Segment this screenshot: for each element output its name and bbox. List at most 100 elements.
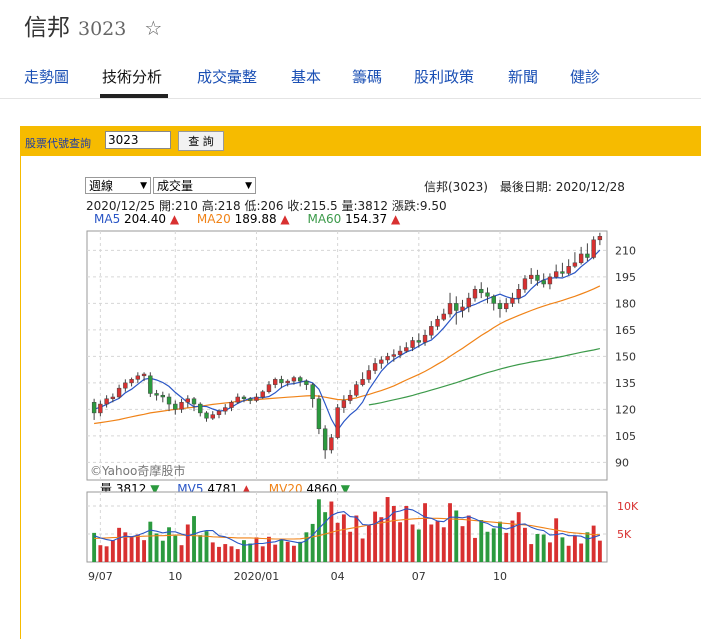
volume-bar xyxy=(273,544,278,562)
candle-body xyxy=(454,303,459,311)
candle-body xyxy=(148,375,153,394)
volume-bar xyxy=(267,536,271,562)
candle-body xyxy=(335,407,340,438)
volume-bar xyxy=(491,528,496,562)
candle-body xyxy=(485,292,490,297)
volume-bar xyxy=(385,497,390,562)
candle-body xyxy=(191,398,197,405)
volume-bar xyxy=(523,527,527,562)
volume-bar xyxy=(160,540,165,562)
volume-bar xyxy=(360,538,365,562)
candle-body xyxy=(547,276,553,285)
candle-body xyxy=(578,253,584,264)
volume-bar xyxy=(460,526,465,562)
volume-bar xyxy=(304,532,309,562)
volume-bar xyxy=(416,529,421,562)
volume-bar xyxy=(298,541,303,562)
x-tick-label: 10 xyxy=(493,570,507,583)
volume-bar xyxy=(585,532,590,562)
volume-bar xyxy=(423,503,427,562)
candle-body xyxy=(391,354,397,357)
volume-bar xyxy=(173,535,178,562)
candle-body xyxy=(541,280,546,285)
candle-body xyxy=(472,289,478,299)
price-tick-label: 90 xyxy=(615,456,629,469)
volume-bar xyxy=(291,545,296,562)
volume-bar xyxy=(454,510,459,562)
candle-body xyxy=(123,382,128,389)
volume-bar xyxy=(560,537,565,562)
candle-body xyxy=(329,437,334,451)
candle-body xyxy=(422,334,428,343)
volume-bar xyxy=(310,523,315,562)
candle-body xyxy=(273,379,278,385)
candle-body xyxy=(241,396,247,400)
candle-body xyxy=(460,306,465,311)
candle-body xyxy=(104,398,109,405)
candle-body xyxy=(479,289,484,294)
volume-bar xyxy=(597,540,602,562)
candle-body xyxy=(204,412,209,419)
volume-bar xyxy=(198,535,203,562)
candle-body xyxy=(279,379,284,384)
volume-bar xyxy=(285,541,290,562)
candle-body xyxy=(173,403,178,410)
volume-bar xyxy=(192,516,196,562)
candle-body xyxy=(504,303,509,309)
candle-body xyxy=(566,266,571,274)
volume-bar xyxy=(142,540,147,562)
candle-body xyxy=(297,377,303,382)
volume-bar xyxy=(541,534,546,562)
volume-bar xyxy=(504,532,509,562)
price-tick-label: 105 xyxy=(615,430,636,443)
price-tick-label: 165 xyxy=(615,324,636,337)
volume-bar xyxy=(229,546,234,562)
volume-bar xyxy=(117,527,122,562)
candle-body xyxy=(466,297,471,308)
volume-bar xyxy=(466,515,471,562)
candle-body xyxy=(591,239,596,258)
price-tick-label: 135 xyxy=(615,377,636,390)
technical-chart: 9/07 10 2020/01 04 07 10 90 105 120 135 150 165 180 1… xyxy=(86,230,639,583)
candle-body xyxy=(441,313,446,320)
candle-body xyxy=(98,403,103,414)
candle-body xyxy=(572,262,578,267)
candle-body xyxy=(285,380,290,384)
x-tick-label: 2020/01 xyxy=(234,570,280,583)
candle-body xyxy=(354,384,359,396)
candle-body xyxy=(229,402,234,408)
candle-body xyxy=(404,347,409,352)
watermark: ©Yahoo奇摩股市 xyxy=(90,463,185,478)
volume-bar xyxy=(279,539,284,562)
volume-bar xyxy=(398,522,403,562)
candle-body xyxy=(260,391,265,398)
volume-bar xyxy=(323,512,328,562)
candle-body xyxy=(447,303,453,315)
candle-body xyxy=(560,271,565,274)
volume-bar xyxy=(354,515,359,562)
volume-bar xyxy=(441,527,446,562)
volume-bar xyxy=(92,532,97,562)
candle-body xyxy=(397,350,403,355)
price-tick-label: 120 xyxy=(615,403,636,416)
candle-body xyxy=(435,319,440,327)
price-tick-label: 195 xyxy=(615,271,636,284)
candle-body xyxy=(223,407,228,412)
price-panel-frame xyxy=(86,230,608,481)
candle-body xyxy=(516,289,521,299)
price-tick-label: 150 xyxy=(615,350,636,363)
volume-panel-frame xyxy=(86,491,608,563)
volume-bar xyxy=(473,537,477,562)
candle-body xyxy=(310,384,315,400)
candle-body xyxy=(372,363,378,371)
volume-bar xyxy=(572,535,577,562)
candle-body xyxy=(141,373,147,377)
candle-body xyxy=(160,394,165,398)
x-tick-label: 07 xyxy=(412,570,426,583)
volume-bar xyxy=(366,525,371,562)
volume-bar xyxy=(429,524,434,562)
candle-body xyxy=(497,303,503,309)
candle-body xyxy=(535,274,540,281)
candle-body xyxy=(235,396,240,403)
x-tick-label: 10 xyxy=(168,570,182,583)
